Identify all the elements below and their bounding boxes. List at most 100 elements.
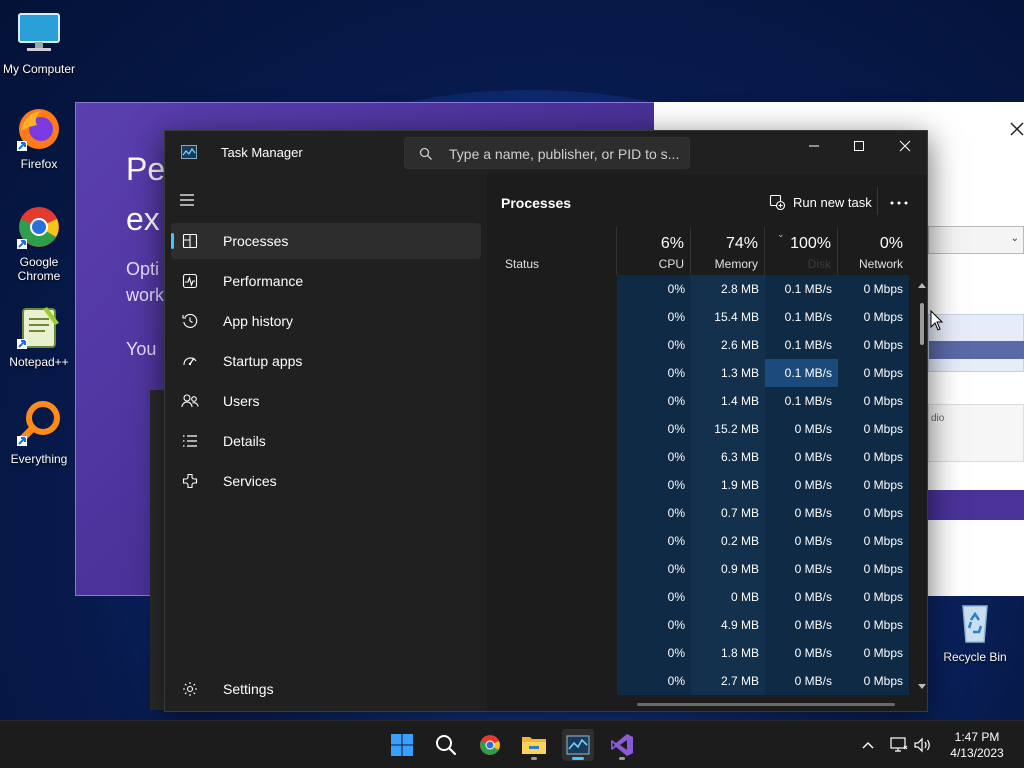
process-row[interactable]: 0% 1.4 MB 0.1 MB/s 0 Mbps — [499, 387, 909, 415]
scroll-down-icon[interactable] — [917, 683, 927, 691]
background-dropdown[interactable]: ⌄ — [928, 226, 1024, 254]
desktop-icon-recycle-bin[interactable]: Recycle Bin — [937, 598, 1013, 664]
nav-item-label: Processes — [223, 233, 289, 249]
disk-cell: 0 MB/s — [765, 611, 838, 639]
toolbar-divider — [877, 187, 878, 215]
status-cell — [499, 639, 617, 667]
search-input[interactable] — [449, 142, 685, 166]
hamburger-menu-icon[interactable] — [179, 193, 197, 207]
process-row[interactable]: 0% 6.3 MB 0 MB/s 0 Mbps — [499, 443, 909, 471]
column-header-disk[interactable]: ⌄ 100% Disk — [765, 227, 838, 275]
process-table: 0% 2.8 MB 0.1 MB/s 0 Mbps 0% 15.4 MB 0.1 MB/s 0… — [499, 275, 909, 695]
title-bar[interactable]: Task Manager — [165, 131, 929, 175]
more-options-button[interactable] — [879, 191, 919, 215]
task-manager-window[interactable]: Task Manager Processes — [164, 130, 928, 712]
volume-icon[interactable] — [912, 737, 934, 753]
process-row[interactable]: 0% 0.9 MB 0 MB/s 0 Mbps — [499, 555, 909, 583]
clock-date: 4/13/2023 — [950, 746, 1004, 760]
column-header-cpu[interactable]: 6% CPU — [617, 227, 691, 275]
search-button[interactable] — [430, 729, 462, 761]
nav-item-settings[interactable]: Settings — [171, 671, 481, 707]
disk-cell: 0.1 MB/s — [765, 331, 838, 359]
nav-item-details[interactable]: Details — [171, 423, 481, 459]
desktop-icon-everything[interactable]: Everything — [1, 400, 77, 466]
network-cell: 0 Mbps — [838, 527, 909, 555]
process-row[interactable]: 0% 0.7 MB 0 MB/s 0 Mbps — [499, 499, 909, 527]
everything-search-icon — [15, 400, 63, 448]
column-percent: 74% — [725, 235, 758, 252]
background-list-item[interactable]: dio — [928, 404, 1024, 462]
memory-cell: 1.4 MB — [691, 387, 765, 415]
process-row[interactable]: 0% 2.6 MB 0.1 MB/s 0 Mbps — [499, 331, 909, 359]
memory-cell: 0 MB — [691, 583, 765, 611]
nav-item-performance[interactable]: Performance — [171, 263, 481, 299]
status-cell — [499, 387, 617, 415]
status-cell — [499, 499, 617, 527]
minimize-button[interactable] — [791, 131, 837, 161]
nav-item-users[interactable]: Users — [171, 383, 481, 419]
nav-item-app-history[interactable]: App history — [171, 303, 481, 339]
nav-item-label: Settings — [223, 681, 274, 697]
status-cell — [499, 331, 617, 359]
column-header-memory[interactable]: 74% Memory — [691, 227, 765, 275]
nav-item-startup-apps[interactable]: Startup apps — [171, 343, 481, 379]
search-icon — [436, 735, 457, 756]
process-row[interactable]: 0% 1.3 MB 0.1 MB/s 0 Mbps — [499, 359, 909, 387]
horizontal-scrollbar[interactable] — [637, 703, 895, 706]
maximize-button[interactable] — [836, 131, 882, 161]
nav-item-processes[interactable]: Processes — [171, 223, 481, 259]
column-percent: 6% — [660, 235, 684, 252]
nav-item-services[interactable]: Services — [171, 463, 481, 499]
details-icon — [181, 432, 199, 450]
process-row[interactable]: 0% 0 MB 0 MB/s 0 Mbps — [499, 583, 909, 611]
taskbar-clock[interactable]: 1:47 PM 4/13/2023 — [940, 729, 1014, 761]
desktop-icon-my-computer[interactable]: My Computer — [1, 10, 77, 76]
taskbar-chrome[interactable] — [474, 729, 506, 761]
process-row[interactable]: 0% 1.9 MB 0 MB/s 0 Mbps — [499, 471, 909, 499]
chevron-up-icon[interactable] — [858, 741, 878, 749]
background-heading-line: ex — [126, 201, 160, 237]
desktop-icon-notepad-plus-plus[interactable]: Notepad++ — [1, 303, 77, 369]
disk-cell: 0 MB/s — [765, 667, 838, 695]
scroll-thumb[interactable] — [920, 303, 924, 345]
process-row[interactable]: 0% 15.2 MB 0 MB/s 0 Mbps — [499, 415, 909, 443]
taskbar-file-explorer[interactable] — [518, 729, 550, 761]
cpu-cell: 0% — [617, 499, 691, 527]
column-header-status[interactable]: Status — [499, 227, 617, 275]
process-row[interactable]: 0% 15.4 MB 0.1 MB/s 0 Mbps — [499, 303, 909, 331]
disk-cell: 0 MB/s — [765, 527, 838, 555]
column-header-network[interactable]: 0% Network — [838, 227, 909, 275]
cpu-cell: 0% — [617, 471, 691, 499]
process-row[interactable]: 0% 0.2 MB 0 MB/s 0 Mbps — [499, 527, 909, 555]
nav-item-label: Details — [223, 433, 266, 449]
taskbar-visual-studio[interactable] — [606, 729, 638, 761]
background-text-line: Opti — [126, 259, 160, 279]
taskbar-task-manager[interactable] — [562, 729, 594, 761]
network-cell: 0 Mbps — [838, 499, 909, 527]
search-icon — [419, 147, 433, 161]
disk-cell: 0 MB/s — [765, 471, 838, 499]
run-new-task-button[interactable]: Run new task — [769, 193, 872, 211]
process-row[interactable]: 0% 1.8 MB 0 MB/s 0 Mbps — [499, 639, 909, 667]
process-row[interactable]: 0% 2.7 MB 0 MB/s 0 Mbps — [499, 667, 909, 695]
status-cell — [499, 415, 617, 443]
desktop-icon-google-chrome[interactable]: Google Chrome — [1, 203, 77, 283]
disk-cell: 0 MB/s — [765, 499, 838, 527]
start-button[interactable] — [386, 729, 418, 761]
cpu-cell: 0% — [617, 443, 691, 471]
process-row[interactable]: 0% 4.9 MB 0 MB/s 0 Mbps — [499, 611, 909, 639]
nav-item-label: Services — [223, 473, 277, 489]
network-icon[interactable] — [888, 737, 910, 753]
network-cell: 0 Mbps — [838, 359, 909, 387]
scroll-up-icon[interactable] — [917, 281, 927, 289]
search-box[interactable] — [404, 137, 690, 169]
vertical-scrollbar[interactable] — [917, 281, 927, 693]
process-row[interactable]: 0% 2.8 MB 0.1 MB/s 0 Mbps — [499, 275, 909, 303]
close-icon — [899, 140, 911, 152]
windows-logo-icon — [391, 734, 413, 756]
memory-cell: 1.3 MB — [691, 359, 765, 387]
page-title: Processes — [501, 195, 572, 211]
close-icon[interactable] — [1010, 122, 1024, 136]
desktop-icon-firefox[interactable]: Firefox — [1, 105, 77, 171]
close-button[interactable] — [882, 131, 928, 161]
